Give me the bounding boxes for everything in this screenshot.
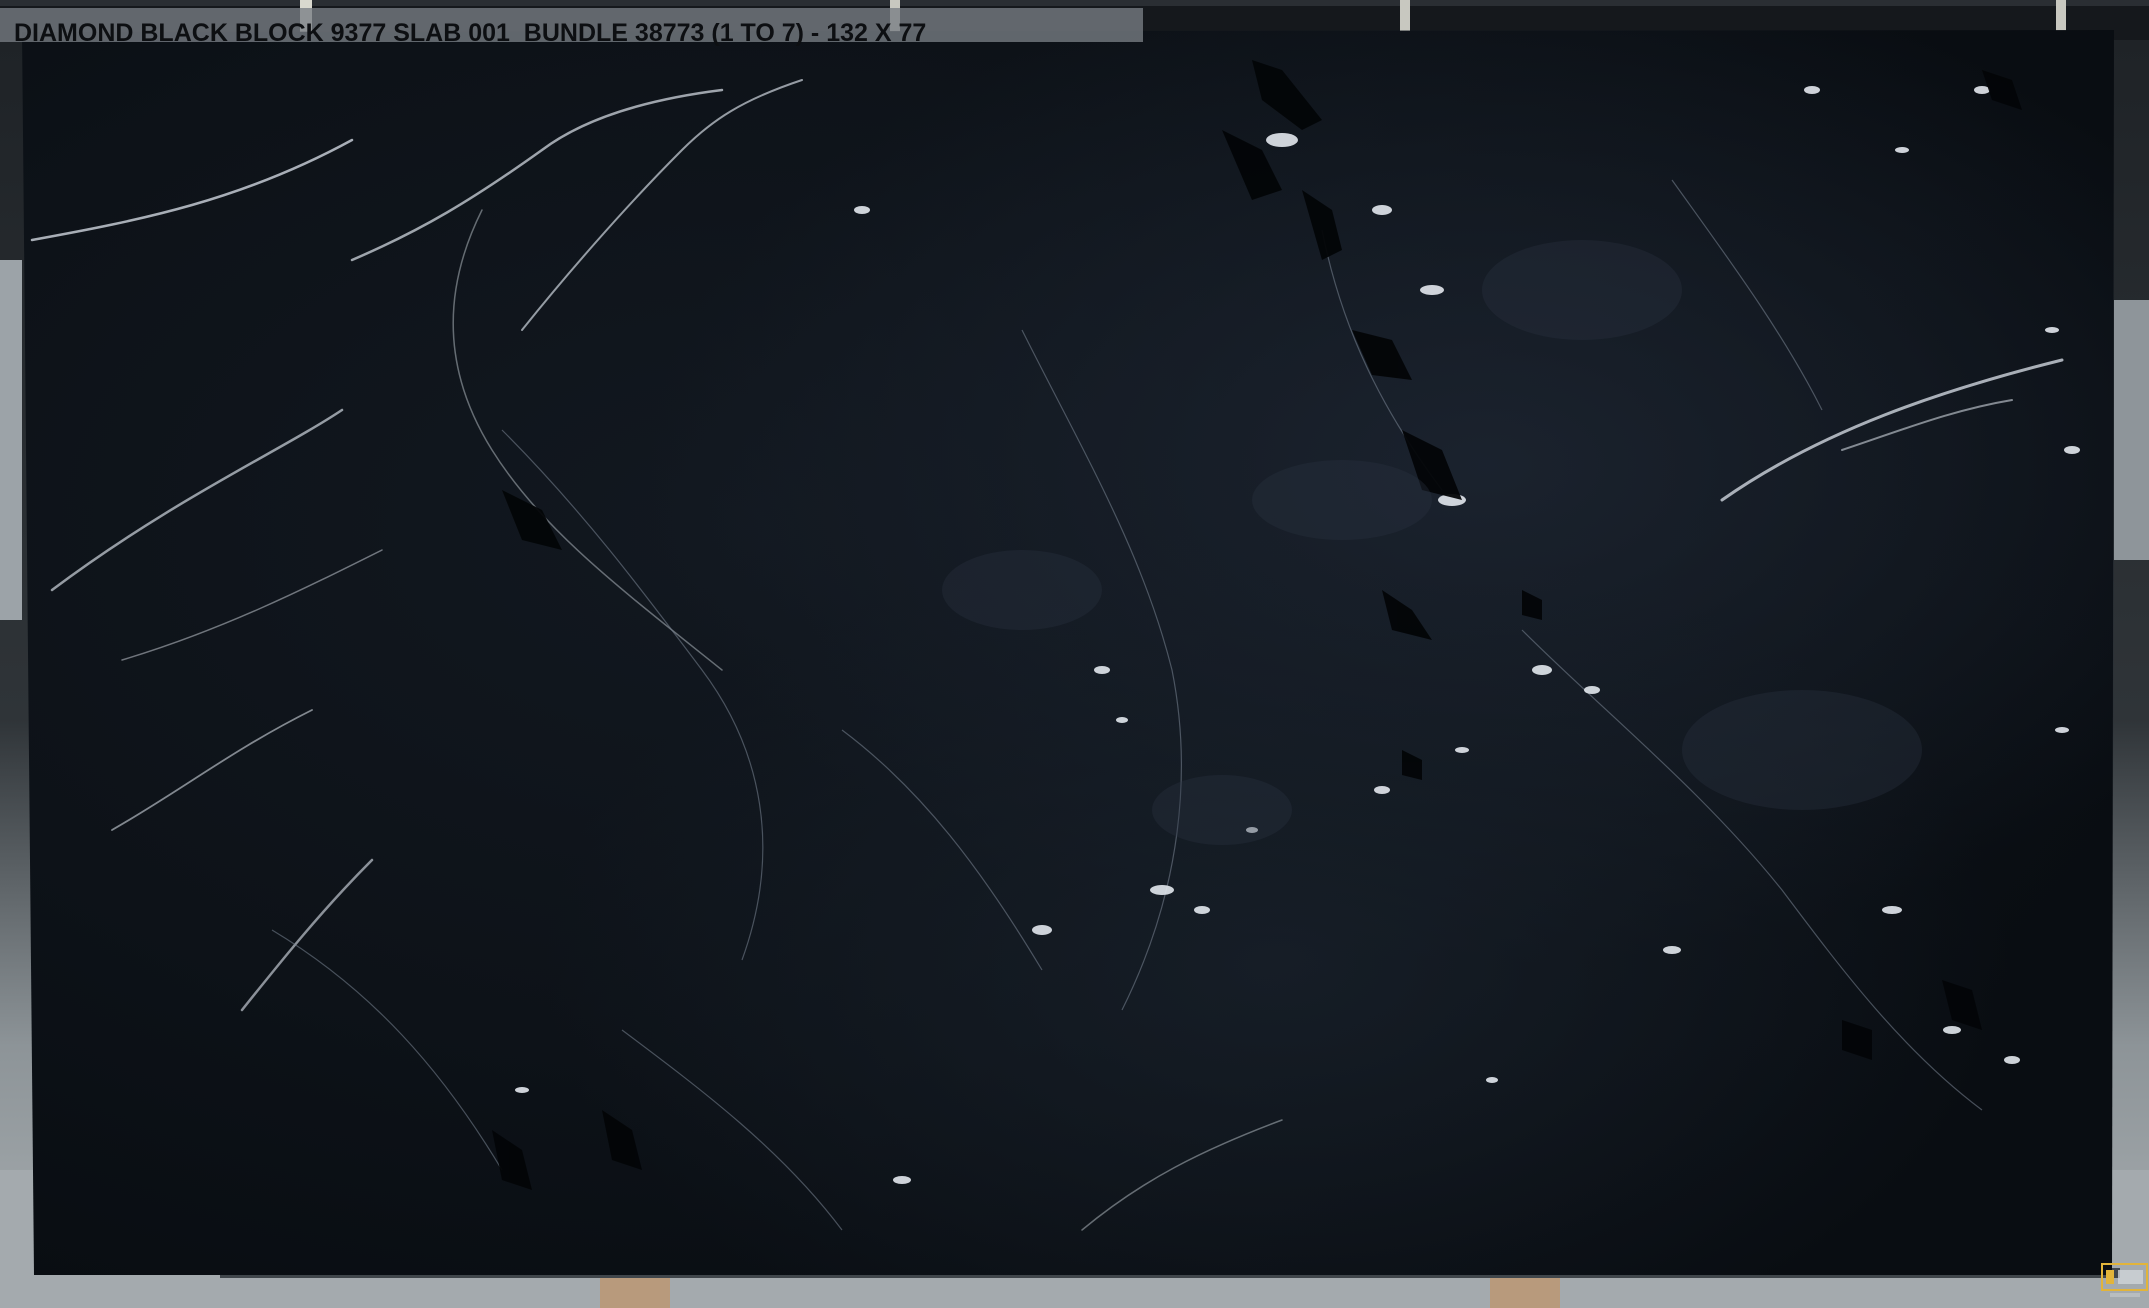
caption-bar: DIAMOND BLACK BLOCK 9377 SLAB 001 BUNDLE… bbox=[0, 8, 1143, 47]
granite-slab bbox=[22, 30, 2114, 1275]
slab-photo: DIAMOND BLACK BLOCK 9377 SLAB 001 BUNDLE… bbox=[0, 0, 2149, 1308]
picstone-logo-icon bbox=[2101, 1263, 2148, 1297]
slab-caption: DIAMOND BLACK BLOCK 9377 SLAB 001 BUNDLE… bbox=[14, 19, 927, 47]
